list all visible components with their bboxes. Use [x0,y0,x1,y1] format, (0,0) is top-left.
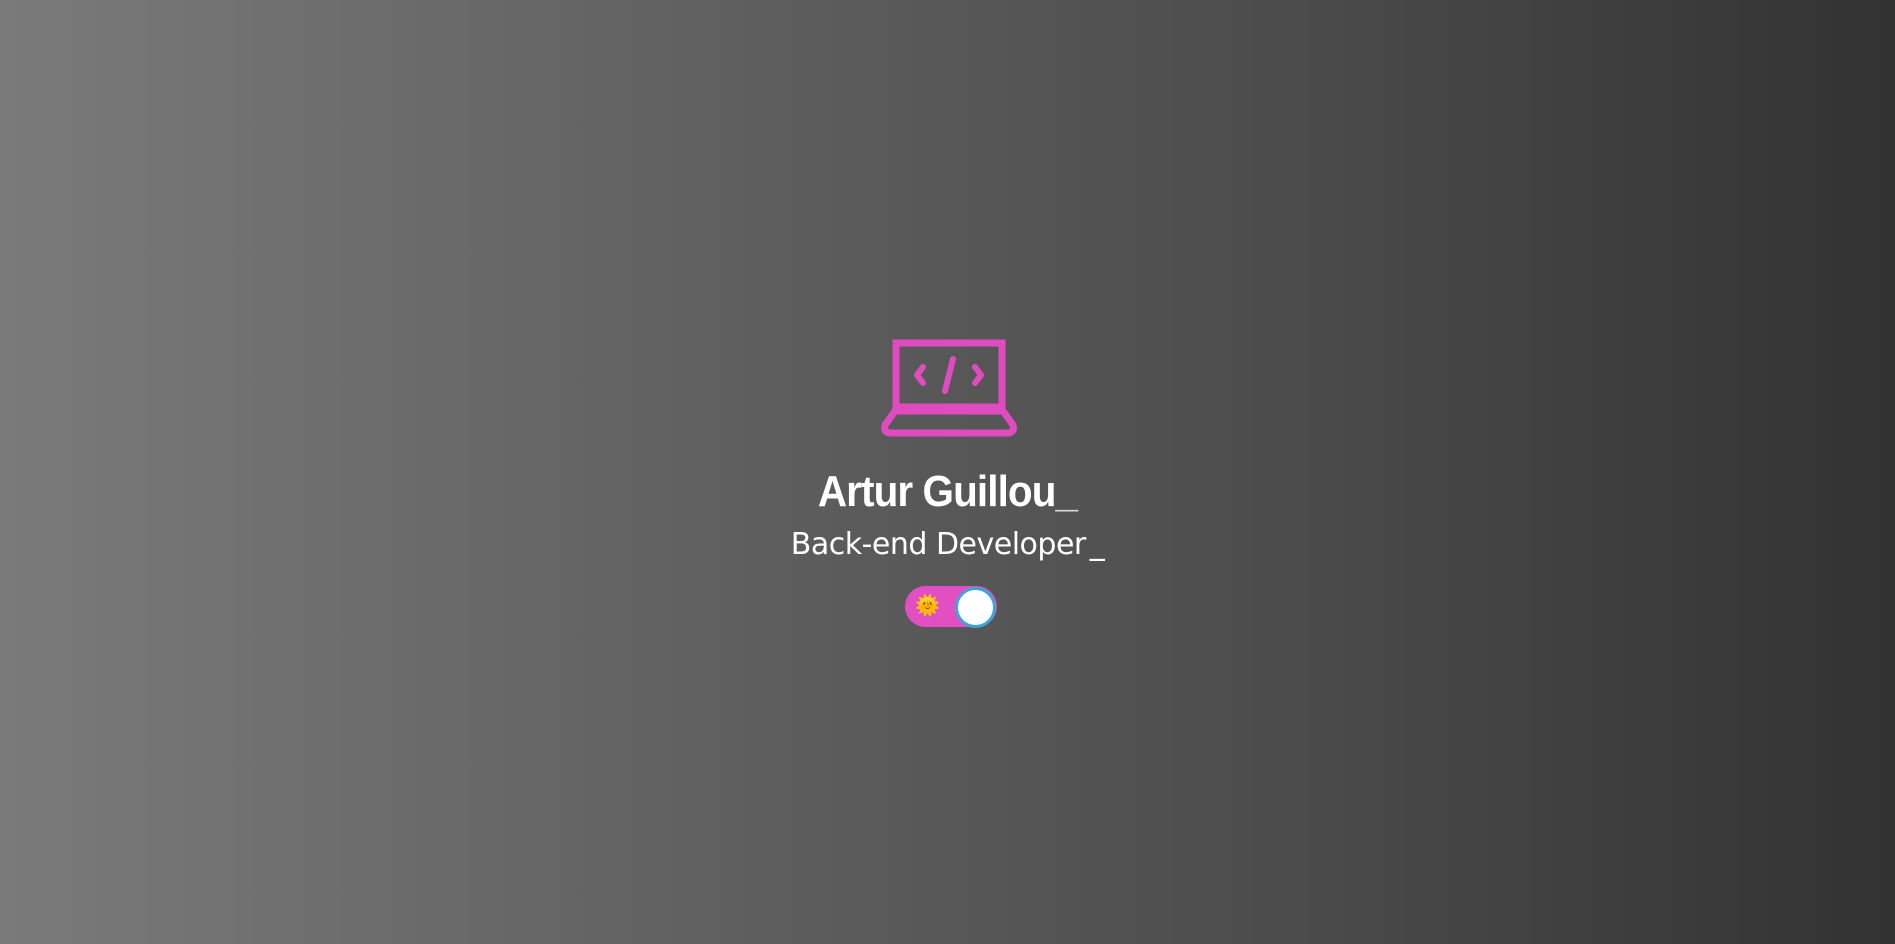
page-title: Artur Guillou_ [76,466,1819,518]
role-cursor: _ [1089,527,1105,562]
subtitle: Back-end Developer _ [0,525,1895,565]
hero-section: Artur Guillou_ Back-end Developer _ 🌞 [0,0,1895,944]
name-text: Artur Guillou [817,467,1057,516]
theme-toggle[interactable]: 🌞 [905,586,997,628]
sun-icon: 🌞 [915,595,940,617]
laptop-code-icon [881,339,1017,437]
name-cursor: _ [1055,467,1079,516]
role-text: Back-end Developer [790,527,1087,562]
toggle-knob[interactable] [955,587,996,628]
